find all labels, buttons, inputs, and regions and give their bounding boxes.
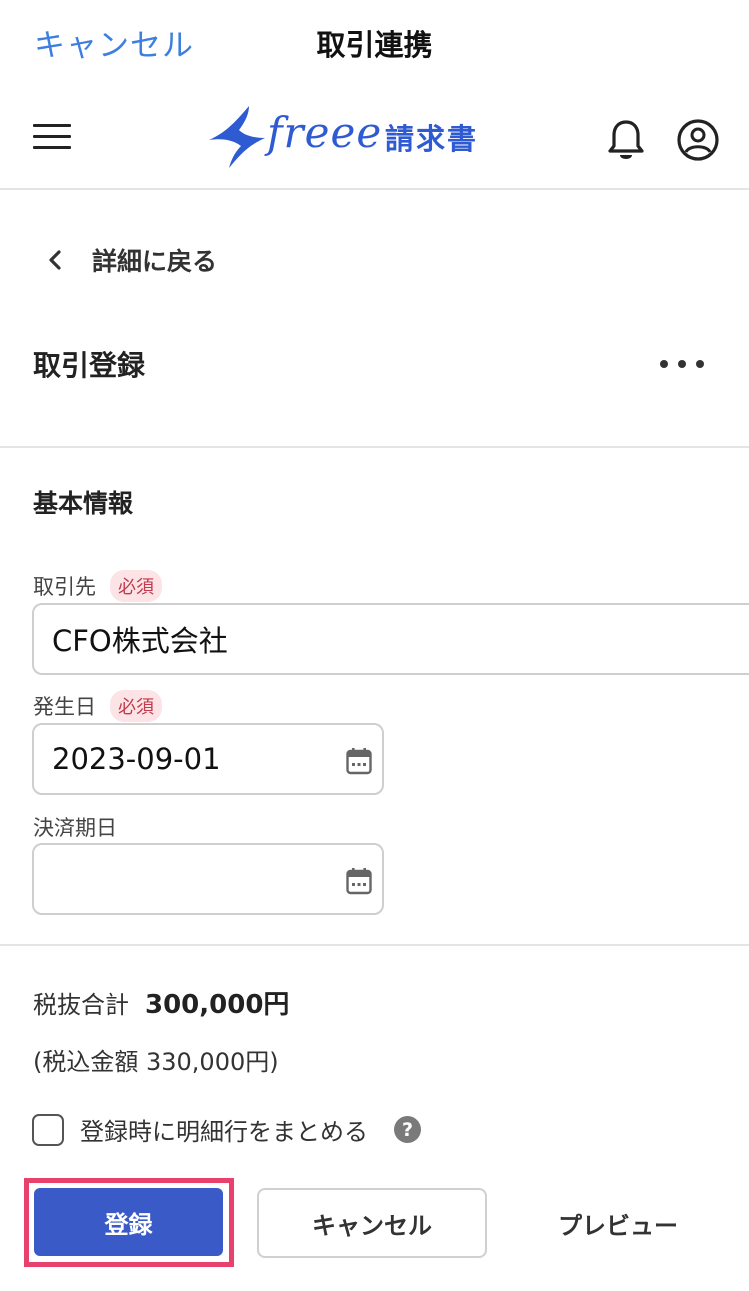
freee-logo: freee 請求書: [205, 102, 485, 172]
merge-lines-checkbox[interactable]: [32, 1113, 64, 1146]
page-title: 取引登録: [33, 349, 146, 382]
menu-icon[interactable]: [33, 124, 71, 152]
back-to-details-link[interactable]: 詳細に戻る: [40, 240, 217, 280]
partner-value: CFO株式会社: [52, 624, 228, 658]
help-icon[interactable]: ?: [394, 1116, 421, 1143]
partner-field-label: 取引先 必須: [33, 570, 162, 602]
subtotal-amount: 300,000円: [145, 990, 290, 1020]
tax-included-amount: (税込金額 330,000円): [33, 1048, 279, 1076]
subtotal-row: 税抜合計 300,000円: [33, 984, 289, 1021]
due-date-field-label: 決済期日: [33, 812, 117, 842]
more-options-icon[interactable]: [660, 350, 704, 378]
merge-lines-option: 登録時に明細行をまとめる ?: [32, 1112, 421, 1147]
partner-label: 取引先: [33, 575, 96, 599]
divider: [0, 944, 749, 946]
chevron-left-icon: [49, 250, 61, 270]
issue-date-value: 2023-09-01: [52, 742, 221, 776]
user-account-icon[interactable]: [676, 118, 720, 162]
product-name: 請求書: [385, 122, 479, 156]
calendar-icon[interactable]: [346, 867, 372, 895]
top-bar: キャンセル 取引連携: [0, 0, 749, 84]
divider: [0, 446, 749, 448]
back-label: 詳細に戻る: [92, 247, 218, 276]
bell-icon[interactable]: [606, 118, 646, 162]
section-title: 基本情報: [33, 489, 134, 518]
app-header: freee 請求書: [0, 86, 749, 190]
due-date-input[interactable]: [32, 843, 384, 915]
required-badge: 必須: [110, 690, 162, 722]
required-badge: 必須: [110, 570, 162, 602]
merge-lines-label: 登録時に明細行をまとめる: [80, 1118, 368, 1146]
register-button[interactable]: 登録: [34, 1188, 223, 1256]
logo-word: freee: [267, 108, 383, 157]
issue-date-label: 発生日: [33, 695, 96, 719]
issue-date-field-label: 発生日 必須: [33, 690, 162, 722]
subtotal-label: 税抜合計: [33, 991, 129, 1019]
cancel-button[interactable]: キャンセル: [257, 1188, 487, 1258]
partner-input[interactable]: CFO株式会社: [32, 603, 749, 675]
due-date-label: 決済期日: [33, 816, 117, 840]
bird-logo-icon: [209, 106, 265, 168]
preview-button[interactable]: プレビュー: [525, 1188, 711, 1258]
calendar-icon[interactable]: [346, 747, 372, 775]
top-bar-title: 取引連携: [316, 28, 433, 62]
issue-date-input[interactable]: 2023-09-01: [32, 723, 384, 795]
